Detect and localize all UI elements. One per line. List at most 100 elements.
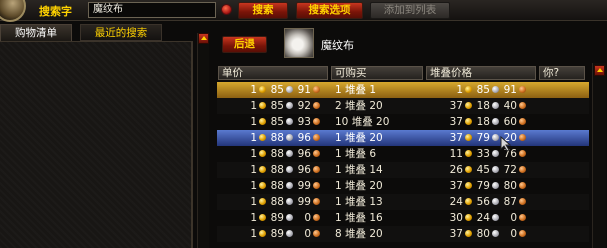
table-row[interactable]: 1 88 96 1 堆叠 14 26 45 72 <box>217 162 589 178</box>
column-header-unit-price[interactable]: 单价 <box>218 66 328 80</box>
runecloth-item-icon[interactable] <box>284 28 314 58</box>
table-row[interactable]: 1 88 99 1 堆叠 13 24 56 87 <box>217 194 589 210</box>
unit-price: 1 88 96 <box>217 162 327 178</box>
unit-price: 1 85 91 <box>217 82 327 98</box>
buyable-quantity: 1 堆叠 20 <box>335 180 383 192</box>
silver-coin-icon <box>492 230 499 237</box>
table-row[interactable]: 1 85 91 1 堆叠 1 1 85 91 <box>217 82 589 98</box>
unit-price-silver: 85 <box>270 100 284 112</box>
gold-coin-icon <box>259 166 266 173</box>
gold-coin-icon <box>259 230 266 237</box>
stack-price-gold: 30 <box>449 212 463 224</box>
add-to-list-button[interactable]: 添加到列表 <box>370 2 450 19</box>
unit-price-gold: 1 <box>250 132 257 144</box>
unit-price-copper: 0 <box>304 228 311 240</box>
table-row[interactable]: 1 85 92 2 堆叠 20 37 18 40 <box>217 98 589 114</box>
unit-price-copper: 92 <box>297 100 311 112</box>
scroll-up-icon[interactable] <box>198 33 209 44</box>
column-header-stack-price[interactable]: 堆叠价格 <box>426 66 536 80</box>
silver-coin-icon <box>492 166 499 173</box>
stack-price: 26 45 72 <box>427 162 539 178</box>
unit-price-silver: 88 <box>270 132 284 144</box>
silver-coin-icon <box>492 182 499 189</box>
copper-coin-icon <box>313 86 320 93</box>
scroll-up-icon[interactable] <box>594 65 605 76</box>
results-scrollbar[interactable] <box>592 63 606 248</box>
gold-coin-icon <box>259 118 266 125</box>
table-row[interactable]: 1 88 99 1 堆叠 20 37 79 80 <box>217 178 589 194</box>
table-row[interactable]: 1 89 0 1 堆叠 16 30 24 0 <box>217 210 589 226</box>
copper-coin-icon <box>519 102 526 109</box>
search-button[interactable]: 搜索 <box>238 2 288 19</box>
stack-price: 11 33 76 <box>427 146 539 162</box>
copper-coin-icon <box>313 214 320 221</box>
copper-coin-icon <box>313 118 320 125</box>
you-column <box>541 210 589 226</box>
gold-coin-icon <box>259 198 266 205</box>
column-header-you[interactable]: 你? <box>539 66 585 80</box>
unit-price-silver: 89 <box>270 212 284 224</box>
tab-shopping-list[interactable]: 购物清单 <box>0 24 72 41</box>
stack-price-copper: 91 <box>503 84 517 96</box>
copper-coin-icon <box>313 230 320 237</box>
table-row[interactable]: 1 88 96 1 堆叠 6 11 33 76 <box>217 146 589 162</box>
silver-coin-icon <box>492 134 499 141</box>
buyable-quantity: 8 堆叠 20 <box>335 228 383 240</box>
stack-price-gold: 37 <box>449 100 463 112</box>
clear-search-icon[interactable] <box>221 4 232 15</box>
back-button[interactable]: 后退 <box>222 36 267 53</box>
buyable-quantity: 2 堆叠 20 <box>335 100 383 112</box>
stack-price-silver: 79 <box>476 180 490 192</box>
mouse-cursor-icon <box>500 136 512 152</box>
copper-coin-icon <box>519 166 526 173</box>
tab-recent-searches[interactable]: 最近的搜索 <box>80 24 162 41</box>
silver-coin-icon <box>492 86 499 93</box>
copper-coin-icon <box>519 230 526 237</box>
stack-price: 37 18 60 <box>427 114 539 130</box>
stack-price-silver: 56 <box>476 196 490 208</box>
silver-coin-icon <box>286 198 293 205</box>
you-column <box>541 146 589 162</box>
stack-price-copper: 40 <box>503 100 517 112</box>
silver-coin-icon <box>286 118 293 125</box>
stack-price-gold: 37 <box>449 116 463 128</box>
you-column <box>541 130 589 146</box>
silver-coin-icon <box>286 166 293 173</box>
gold-coin-icon <box>259 150 266 157</box>
unit-price-copper: 96 <box>297 132 311 144</box>
unit-price: 1 88 96 <box>217 130 327 146</box>
gold-coin-icon <box>465 150 472 157</box>
stack-price-copper: 60 <box>503 116 517 128</box>
table-row[interactable]: 1 88 96 1 堆叠 20 37 79 20 <box>217 130 589 146</box>
unit-price-silver: 88 <box>270 196 284 208</box>
column-header-buyable[interactable]: 可购买 <box>331 66 423 80</box>
stack-price: 30 24 0 <box>427 210 539 226</box>
unit-price-copper: 96 <box>297 164 311 176</box>
silver-coin-icon <box>286 102 293 109</box>
copper-coin-icon <box>313 166 320 173</box>
search-options-button[interactable]: 搜索选项 <box>296 2 363 19</box>
stack-price-gold: 26 <box>449 164 463 176</box>
unit-price-copper: 0 <box>304 212 311 224</box>
copper-coin-icon <box>313 182 320 189</box>
search-input[interactable]: 魔纹布 <box>88 2 216 18</box>
stack-price-silver: 85 <box>476 84 490 96</box>
gold-coin-icon <box>259 134 266 141</box>
left-scrollbar[interactable] <box>197 33 209 248</box>
gold-coin-icon <box>465 182 472 189</box>
gold-coin-icon <box>465 102 472 109</box>
silver-coin-icon <box>492 150 499 157</box>
silver-coin-icon <box>286 86 293 93</box>
unit-price-copper: 93 <box>297 116 311 128</box>
buyable-quantity: 1 堆叠 20 <box>335 132 383 144</box>
unit-price-silver: 88 <box>270 148 284 160</box>
silver-coin-icon <box>286 150 293 157</box>
unit-price-gold: 1 <box>250 100 257 112</box>
table-row[interactable]: 1 85 93 10 堆叠 20 37 18 60 <box>217 114 589 130</box>
unit-price-silver: 88 <box>270 164 284 176</box>
table-row[interactable]: 1 89 0 8 堆叠 20 37 80 0 <box>217 226 589 242</box>
stack-price: 37 80 0 <box>427 226 539 242</box>
silver-coin-icon <box>492 198 499 205</box>
silver-coin-icon <box>492 214 499 221</box>
copper-coin-icon <box>313 198 320 205</box>
